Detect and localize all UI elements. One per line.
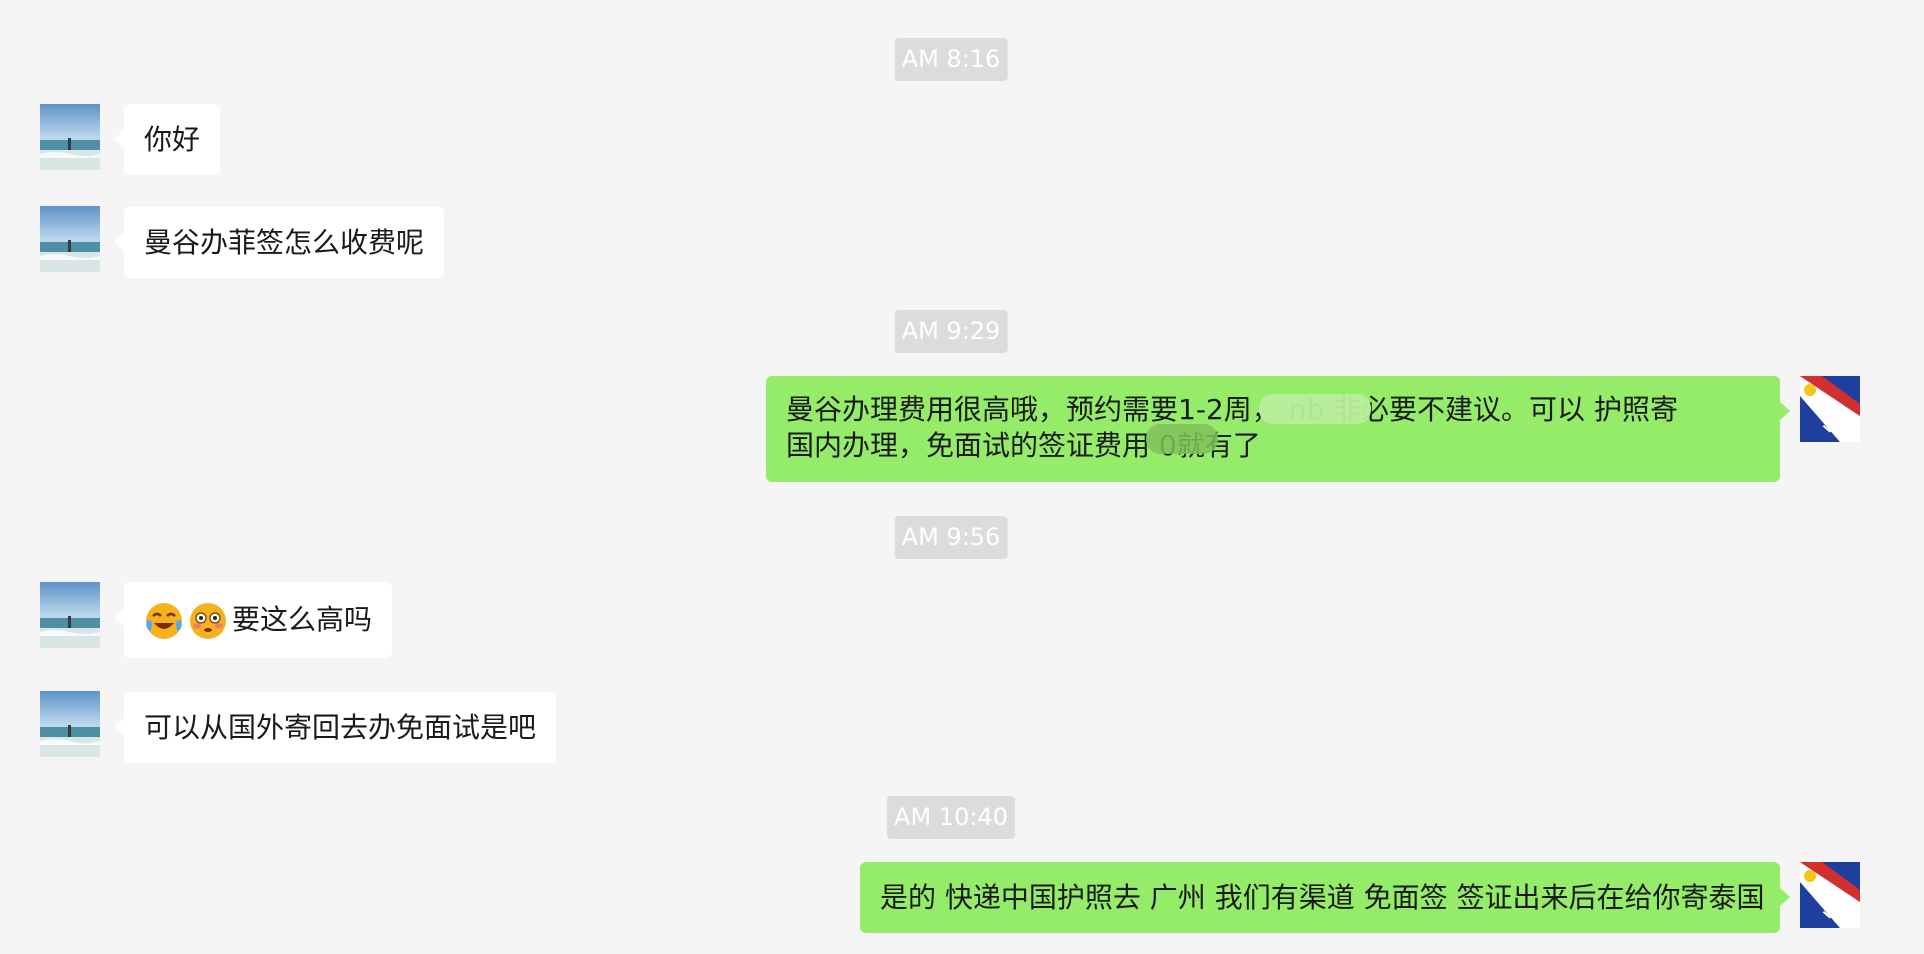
chat-history: AM 8:16 你好 曼谷办菲签怎么收费呢 AM 9:29 曼谷办理费用很高哦，… [0,0,1924,954]
face-with-tears-of-joy-emoji-icon [144,601,184,641]
incoming-message-bubble[interactable]: 可以从国外寄回去办免面试是吧 [113,692,557,763]
outgoing-message-bubble[interactable]: 是的 快递中国护照去 广州 我们有渠道 免面签 签证出来后在给你寄泰国 [860,862,1790,933]
outgoing-message-bubble[interactable]: 曼谷办理费用很高哦，预约需要1-2周， nb 非必要不建议。可以 护照寄 国内办… [766,376,1790,482]
beach-photo-icon [40,582,100,648]
self-avatar[interactable]: VISA [1800,862,1860,928]
beach-photo-icon [40,206,100,272]
message-text: 要这么高吗 [232,603,373,636]
timestamp: AM 8:16 [894,38,1008,81]
message-text: 是的 快递中国护照去 广州 我们有渠道 免面签 签证出来后在给你寄泰国 [880,881,1765,914]
timestamp: AM 9:56 [894,516,1008,559]
incoming-message-bubble[interactable]: 你好 [113,104,221,175]
incoming-message-bubble[interactable]: 要这么高吗 [113,582,393,658]
flushed-face-emoji-icon [188,601,228,641]
message-text: 曼谷办菲签怎么收费呢 [144,226,425,259]
contact-avatar[interactable] [40,206,100,272]
redaction-mark [1259,394,1371,424]
incoming-message-bubble[interactable]: 曼谷办菲签怎么收费呢 [113,207,445,278]
redaction-mark [1146,424,1218,454]
self-avatar[interactable]: VISA [1800,376,1860,442]
contact-avatar[interactable] [40,104,100,170]
contact-avatar[interactable] [40,691,100,757]
contact-avatar[interactable] [40,582,100,648]
message-text: 你好 [144,123,201,156]
timestamp: AM 10:40 [887,796,1015,839]
philippines-visa-icon: VISA [1800,862,1860,928]
timestamp: AM 9:29 [894,310,1008,353]
message-text-line-2: 国内办理，免面试的签证费用 0就有了 [786,429,1261,462]
message-text: 可以从国外寄回去办免面试是吧 [144,711,537,744]
philippines-visa-icon: VISA [1800,376,1860,442]
beach-photo-icon [40,691,100,757]
beach-photo-icon [40,104,100,170]
